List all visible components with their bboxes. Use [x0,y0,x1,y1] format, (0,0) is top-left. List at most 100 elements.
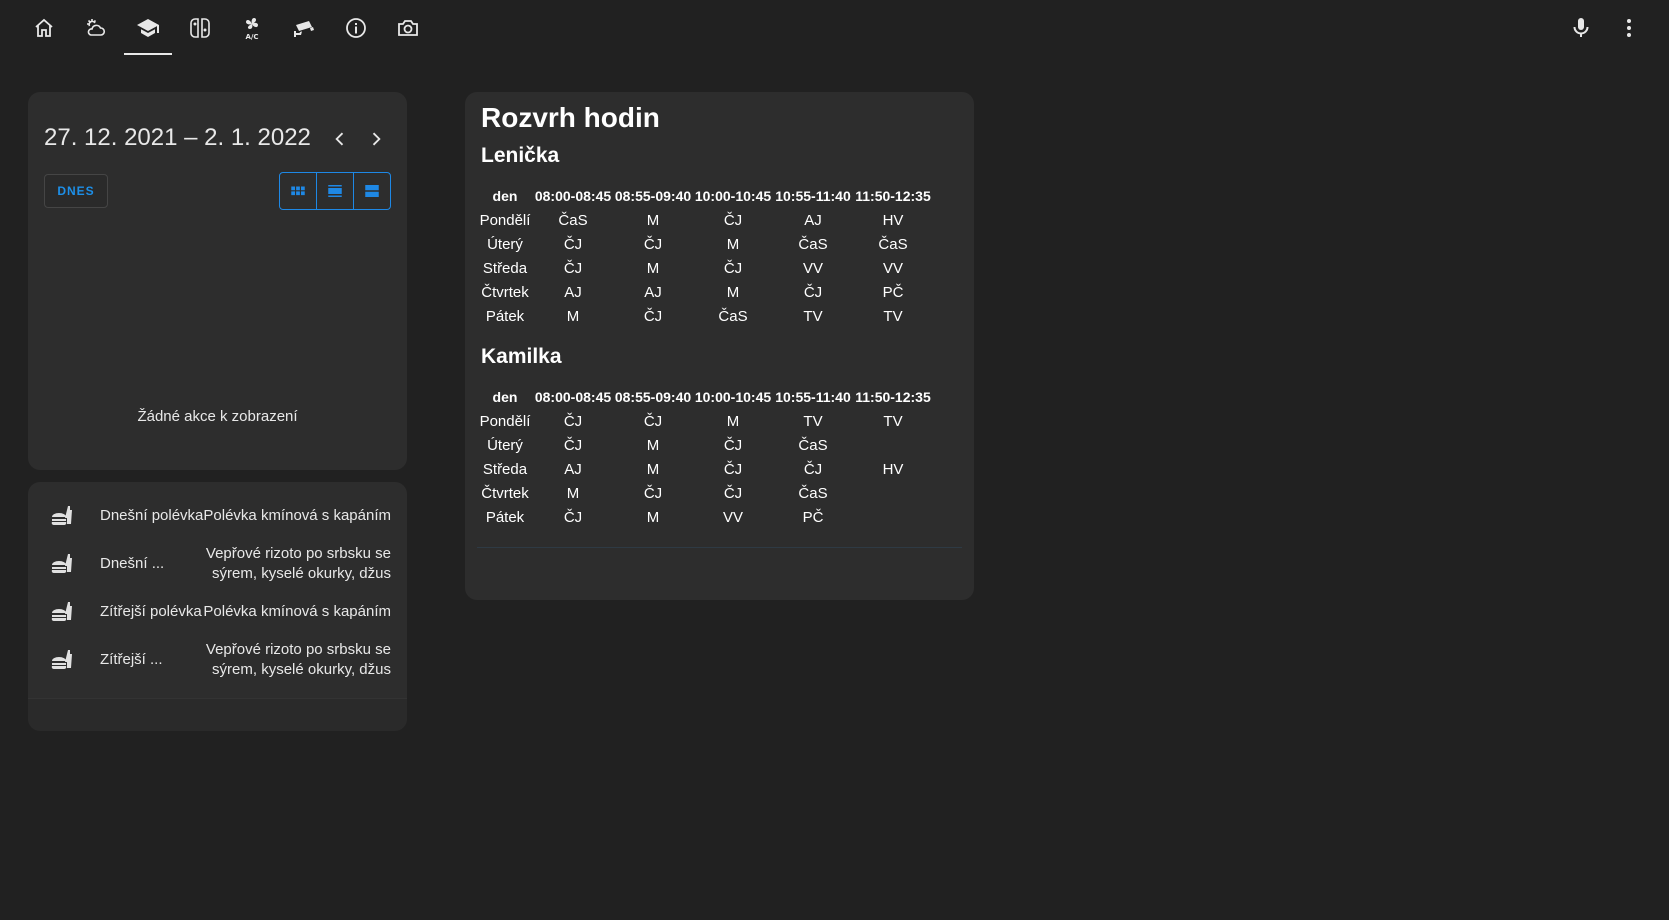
svg-text:A/C: A/C [245,33,258,40]
tab-air-conditioner[interactable]: A/C [228,8,276,48]
lunch-item[interactable]: Zítřejší polévka Polévka kmínová s kapán… [28,588,407,636]
weather-partly-cloudy-icon [87,19,106,36]
lesson-cell: TV [803,307,823,325]
card-divider [477,547,962,548]
lesson-cell: ČJ [563,412,583,430]
lunch-item[interactable]: Zítřejší ... Vepřové rizoto po srbsku se… [28,636,407,684]
view-list-button[interactable] [316,173,353,209]
timetable: den 08:00-08:45 08:55-09:40 10:00-10:45 … [477,385,933,529]
view-agenda-button[interactable] [353,173,390,209]
day-cell: Středa [482,460,528,478]
timetable-row: Pondělí ČJ ČJ M TV TV [477,409,933,433]
lesson-cell: PČ [882,283,904,301]
timetable-row: Středa AJ M ČJ ČJ HV [477,457,933,481]
voice-button[interactable] [1567,14,1595,42]
lesson-cell: M [646,508,660,526]
lesson-cell: ČJ [563,508,583,526]
timetable-row: Úterý ČJ ČJ M ČaS ČaS [477,232,933,256]
header-cell: 08:55-09:40 [614,188,692,204]
lesson-cell: M [726,235,740,253]
view-month-button[interactable] [280,173,316,209]
food-icon [51,554,72,574]
lesson-cell: VV [722,508,743,526]
lesson-cell: M [646,460,660,478]
calendar-next-button[interactable] [365,128,387,150]
day-cell: Čtvrtek [481,484,529,502]
tab-camera[interactable] [384,8,432,48]
lesson-cell: VV [882,259,903,277]
lunch-item[interactable]: Dnešní polévka Polévka kmínová s kapáním [28,492,407,540]
lesson-cell: ČJ [723,460,743,478]
lesson-cell: TV [883,412,903,430]
timetable-row: Středa ČJ M ČJ VV VV [477,256,933,280]
header-cell: den [492,389,518,405]
tab-nintendo-switch[interactable] [176,8,224,48]
lesson-cell: ČJ [643,484,663,502]
lesson-cell: M [646,436,660,454]
lesson-cell: TV [883,307,903,325]
view-month-icon [291,186,305,196]
timetable-header-row: den 08:00-08:45 08:55-09:40 10:00-10:45 … [477,385,933,409]
lesson-cell: M [646,211,660,229]
menu-button[interactable] [1615,14,1643,42]
information-outline-icon [346,18,366,38]
timetable-row: Čtvrtek AJ AJ M ČJ PČ [477,280,933,304]
tab-home[interactable] [20,8,68,48]
lesson-cell: M [726,283,740,301]
day-cell: Pátek [485,307,525,325]
tab-school[interactable] [124,8,172,48]
calendar-date-range: 27. 12. 2021 – 2. 1. 2022 [44,124,311,151]
food-icon [51,602,72,622]
lesson-cell: ČJ [723,259,743,277]
lesson-cell: ČaS [798,436,828,454]
today-button[interactable]: DNES [44,174,108,208]
view-agenda-icon [365,185,379,197]
timetable-row: Úterý ČJ M ČJ ČaS [477,433,933,457]
lesson-cell: AJ [644,283,662,301]
lesson-cell [853,505,933,529]
header-cell: 11:50-12:35 [855,188,931,204]
day-cell: Pondělí [479,412,531,430]
lesson-cell: VV [802,259,823,277]
timetable-header-row: den 08:00-08:45 08:55-09:40 10:00-10:45 … [477,184,933,208]
chevron-right-icon [372,132,381,146]
lunch-item[interactable]: Dnešní ... Vepřové rizoto po srbsku se s… [28,540,407,588]
lesson-cell: HV [882,211,904,229]
header-cell: 10:00-10:45 [694,188,772,204]
microphone-icon [1573,18,1589,37]
day-cell: Pondělí [479,211,531,229]
lunch-card: Dnešní polévka Polévka kmínová s kapáním… [28,482,407,731]
header-cell: 08:00-08:45 [534,188,612,204]
person-name: Lenička [481,144,560,167]
lunch-item-value: Vepřové rizoto po srbsku se sýrem, kysel… [205,545,391,582]
lesson-cell: M [566,307,580,325]
lunch-item-value: Polévka kmínová s kapáním [203,507,391,524]
lesson-cell: ČJ [563,436,583,454]
lesson-cell: ČaS [798,484,828,502]
lesson-cell: HV [882,460,904,478]
lesson-cell [853,481,933,505]
lesson-cell: ČJ [563,235,583,253]
day-cell: Úterý [487,436,523,454]
day-cell: Pátek [485,508,525,526]
tab-cctv[interactable] [280,8,328,48]
lesson-cell: AJ [564,460,582,478]
lesson-cell: TV [803,412,823,430]
lesson-cell: ČaS [718,307,748,325]
lesson-cell: ČJ [563,259,583,277]
header-cell: 10:55-11:40 [775,188,851,204]
lesson-cell: M [726,412,740,430]
active-tab-indicator [124,53,172,55]
calendar-view-switcher [279,172,391,210]
chevron-left-icon [335,132,344,146]
tab-info[interactable] [332,8,380,48]
air-conditioner-icon: A/C [245,18,259,40]
camera-outline-icon [398,20,418,36]
lesson-cell: AJ [804,211,822,229]
header-cell: den [492,188,518,204]
header-cell: 10:00-10:45 [694,389,772,405]
calendar-prev-button[interactable] [329,128,351,150]
lesson-cell: ČaS [558,211,588,229]
tab-weather[interactable] [72,8,120,48]
lesson-cell: ČJ [803,460,823,478]
